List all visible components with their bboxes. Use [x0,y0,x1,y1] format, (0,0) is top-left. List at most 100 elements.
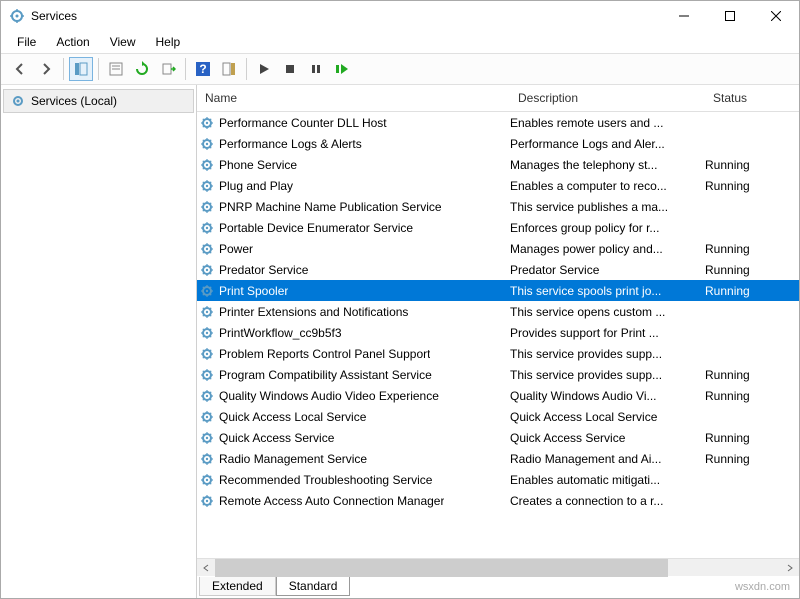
refresh-button[interactable] [130,57,154,81]
service-gear-icon [199,409,215,425]
menu-view[interactable]: View [100,33,146,51]
tab-extended[interactable]: Extended [199,577,276,596]
scrollbar-track[interactable] [215,559,781,577]
service-gear-icon [199,472,215,488]
export-button[interactable] [156,57,180,81]
pause-service-button[interactable] [304,57,328,81]
back-button[interactable] [8,57,32,81]
service-row[interactable]: Problem Reports Control Panel SupportThi… [197,343,799,364]
scroll-left-button[interactable] [197,559,215,577]
horizontal-scrollbar[interactable] [197,558,799,576]
service-gear-icon [199,493,215,509]
service-name: PNRP Machine Name Publication Service [219,200,442,214]
service-description: Provides support for Print ... [510,326,705,340]
menu-action[interactable]: Action [46,33,99,51]
close-button[interactable] [753,1,799,31]
tab-standard[interactable]: Standard [276,577,351,596]
service-status: Running [705,389,765,403]
service-row[interactable]: PNRP Machine Name Publication ServiceThi… [197,196,799,217]
show-hide-action-pane-button[interactable] [217,57,241,81]
help-button[interactable]: ? [191,57,215,81]
service-row[interactable]: PrintWorkflow_cc9b5f3 Provides support fo… [197,322,799,343]
service-gear-icon [199,199,215,215]
service-row[interactable]: Portable Device Enumerator Service Enforc… [197,217,799,238]
service-name: Predator Service [219,263,308,277]
restart-service-button[interactable] [330,57,354,81]
console-tree[interactable]: Services (Local) [1,85,197,598]
service-name: Power [219,242,253,256]
service-row[interactable]: Radio Management Service Radio Management… [197,448,799,469]
service-description: Enforces group policy for r... [510,221,705,235]
service-gear-icon [199,346,215,362]
service-status: Running [705,431,765,445]
window-title: Services [31,9,661,23]
service-gear-icon [199,157,215,173]
service-status: Running [705,284,765,298]
service-name: Quality Windows Audio Video Experience [219,389,439,403]
menu-help[interactable]: Help [146,33,191,51]
column-headers: Name Description Status [197,85,799,112]
scroll-right-button[interactable] [781,559,799,577]
service-row[interactable]: Print Spooler This service spools print j… [197,280,799,301]
service-row[interactable]: Remote Access Auto Connection Manager Cre… [197,490,799,511]
service-name: Remote Access Auto Connection Manager [219,494,444,508]
show-hide-tree-button[interactable] [69,57,93,81]
service-gear-icon [199,304,215,320]
maximize-button[interactable] [707,1,753,31]
toolbar-separator [185,58,186,80]
toolbar-separator [98,58,99,80]
toolbar-separator [246,58,247,80]
service-gear-icon [199,325,215,341]
service-row[interactable]: Plug and PlayEnables a computer to reco.… [197,175,799,196]
service-description: This service spools print jo... [510,284,705,298]
service-description: Enables remote users and ... [510,116,705,130]
service-gear-icon [199,430,215,446]
service-name: Quick Access Service [219,431,334,445]
service-status: Running [705,452,765,466]
menu-file[interactable]: File [7,33,46,51]
service-gear-icon [199,283,215,299]
service-gear-icon [199,451,215,467]
toolbar: ? [1,53,799,85]
stop-service-button[interactable] [278,57,302,81]
service-row[interactable]: Printer Extensions and NotificationsThis… [197,301,799,322]
service-description: Creates a connection to a r... [510,494,705,508]
services-list-body[interactable]: Performance Counter DLL HostEnables remo… [197,112,799,558]
service-description: Manages the telephony st... [510,158,705,172]
tree-item-services-local[interactable]: Services (Local) [3,89,194,113]
service-name: Portable Device Enumerator Service [219,221,413,235]
service-description: Predator Service [510,263,705,277]
service-status: Running [705,242,765,256]
properties-button[interactable] [104,57,128,81]
scrollbar-thumb[interactable] [215,559,668,577]
minimize-button[interactable] [661,1,707,31]
service-row[interactable]: Program Compatibility Assistant ServiceT… [197,364,799,385]
service-gear-icon [199,388,215,404]
service-gear-icon [199,136,215,152]
service-status: Running [705,368,765,382]
column-header-description[interactable]: Description [510,85,705,111]
service-row[interactable]: PowerManages power policy and...Running [197,238,799,259]
service-row[interactable]: Quality Windows Audio Video ExperienceQu… [197,385,799,406]
service-row[interactable]: Phone Service Manages the telephony st...… [197,154,799,175]
service-gear-icon [199,367,215,383]
service-description: Radio Management and Ai... [510,452,705,466]
service-name: Radio Management Service [219,452,367,466]
service-row[interactable]: Recommended Troubleshooting ServiceEnabl… [197,469,799,490]
forward-button[interactable] [34,57,58,81]
view-tabs: Extended Standard [197,576,799,598]
start-service-button[interactable] [252,57,276,81]
service-name: Print Spooler [219,284,288,298]
service-row[interactable]: Predator ServicePredator ServiceRunning [197,259,799,280]
toolbar-separator [63,58,64,80]
service-row[interactable]: Performance Logs & AlertsPerformance Log… [197,133,799,154]
service-name: Phone Service [219,158,297,172]
service-row[interactable]: Quick Access ServiceQuick Access Service… [197,427,799,448]
column-header-name[interactable]: Name [197,85,510,111]
service-row[interactable]: Quick Access Local ServiceQuick Access L… [197,406,799,427]
service-status: Running [705,158,765,172]
service-name: PrintWorkflow_cc9b5f3 [219,326,342,340]
service-row[interactable]: Performance Counter DLL HostEnables remo… [197,112,799,133]
services-app-icon [9,8,25,24]
column-header-status[interactable]: Status [705,85,765,111]
